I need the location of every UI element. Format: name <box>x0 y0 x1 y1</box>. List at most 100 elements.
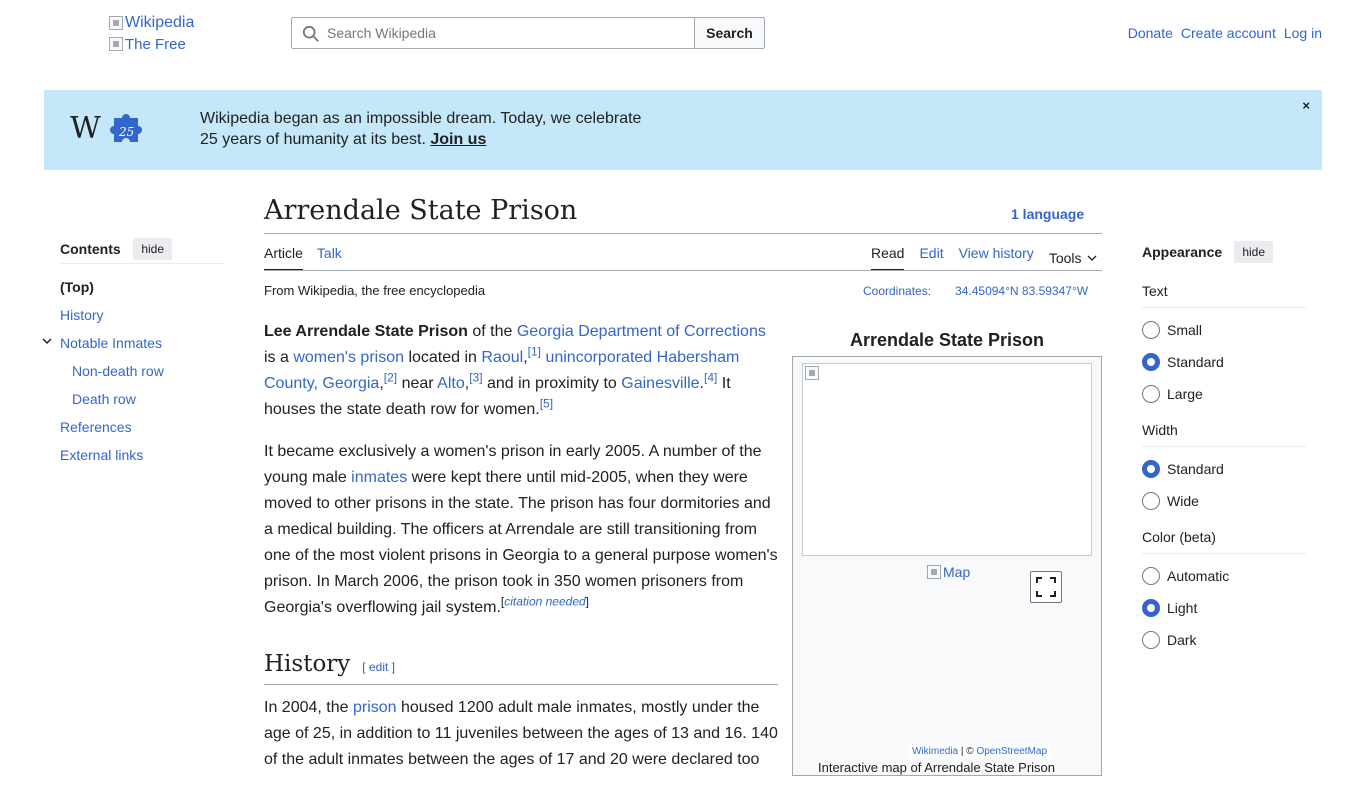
broken-image-icon <box>109 37 123 51</box>
link-georgia-doc[interactable]: Georgia Department of Corrections <box>517 323 766 340</box>
infobox-image[interactable] <box>802 363 1092 556</box>
color-dark[interactable]: Dark <box>1142 624 1306 656</box>
tab-read[interactable]: Read <box>871 245 905 271</box>
article-subject: Lee Arrendale State Prison <box>264 323 468 340</box>
title-divider <box>264 233 1102 234</box>
toc-hide-button[interactable]: hide <box>133 237 172 260</box>
color-light[interactable]: Light <box>1142 592 1306 624</box>
fullscreen-icon <box>1036 577 1056 597</box>
text-size-small[interactable]: Small <box>1142 314 1306 346</box>
radio-label: Wide <box>1167 493 1199 509</box>
color-automatic[interactable]: Automatic <box>1142 560 1306 592</box>
text-run: and in proximity to <box>482 375 622 392</box>
tools-menu[interactable]: Tools <box>1049 245 1097 271</box>
wikipedia-25-puzzle-icon: W 25 <box>70 111 142 146</box>
link-prison[interactable]: prison <box>353 699 397 716</box>
wikipedia-logo[interactable]: Wikipedia The Free <box>109 14 209 54</box>
wikimedia-link[interactable]: Wikimedia <box>912 746 958 757</box>
radio-button[interactable] <box>1142 321 1160 339</box>
banner-message: Wikipedia began as an impossible dream. … <box>200 108 641 150</box>
view-tabs: Read Edit View history Tools <box>871 245 1097 271</box>
radio-button-selected[interactable] <box>1142 353 1160 371</box>
language-label: 1 language <box>1011 206 1085 222</box>
tabs-divider <box>264 270 1102 271</box>
radio-button-selected[interactable] <box>1142 599 1160 617</box>
citation-needed[interactable]: [citation needed] <box>501 595 589 609</box>
radio-label: Standard <box>1167 354 1224 370</box>
text-run: of the <box>467 323 517 340</box>
namespace-tabs: Article Talk <box>264 245 342 271</box>
text-run: In 2004, the <box>264 699 353 716</box>
create-account-link[interactable]: Create account <box>1181 25 1276 41</box>
coordinates-label[interactable]: Coordinates: <box>863 284 931 298</box>
ref-3[interactable]: [3] <box>469 371 482 385</box>
search-input-box[interactable] <box>291 17 694 49</box>
second-paragraph: It became exclusively a women's prison i… <box>264 439 780 621</box>
ref-2[interactable]: [2] <box>384 371 397 385</box>
donate-link[interactable]: Donate <box>1128 25 1173 41</box>
tab-edit[interactable]: Edit <box>919 245 943 271</box>
search-button[interactable]: Search <box>694 17 765 49</box>
ref-5[interactable]: [5] <box>540 397 553 411</box>
tab-view-history[interactable]: View history <box>959 245 1034 271</box>
radio-button[interactable] <box>1142 385 1160 403</box>
appearance-panel: Appearance hide Text Small Standard Larg… <box>1142 240 1306 656</box>
tools-label: Tools <box>1048 250 1082 266</box>
link-inmates[interactable]: inmates <box>351 469 407 486</box>
radio-button-selected[interactable] <box>1142 460 1160 478</box>
table-of-contents: Contents hide (Top) History Notable Inma… <box>42 237 224 472</box>
intro-paragraph: Lee Arrendale State Prison of the Georgi… <box>264 323 766 418</box>
text-run: near <box>397 375 438 392</box>
radio-button[interactable] <box>1142 492 1160 510</box>
toc-item-notable-inmates[interactable]: Notable Inmates <box>60 335 162 351</box>
attribution-separator: | © <box>960 746 974 757</box>
text-size-large[interactable]: Large <box>1142 378 1306 410</box>
radio-button[interactable] <box>1142 567 1160 585</box>
ref-4[interactable]: [4] <box>704 371 717 385</box>
ref-1[interactable]: [1] <box>528 345 541 359</box>
broken-image-icon <box>927 565 941 579</box>
width-wide[interactable]: Wide <box>1142 485 1306 517</box>
link-alto[interactable]: Alto <box>437 375 465 392</box>
log-in-link[interactable]: Log in <box>1284 25 1322 41</box>
text-size-standard[interactable]: Standard <box>1142 346 1306 378</box>
language-button[interactable]: 1 language <box>1011 206 1084 222</box>
citation-needed-label: citation needed <box>504 594 586 609</box>
link-womens-prison[interactable]: women's prison <box>293 349 404 366</box>
tab-talk[interactable]: Talk <box>317 245 342 271</box>
toc-item-history[interactable]: History <box>60 307 104 323</box>
toc-item-non-death-row[interactable]: Non-death row <box>72 363 164 379</box>
link-raoul[interactable]: Raoul <box>481 349 523 366</box>
logo-alt: Wikipedia <box>125 14 195 31</box>
appearance-hide-button[interactable]: hide <box>1234 241 1273 263</box>
openstreetmap-link[interactable]: OpenStreetMap <box>976 746 1047 757</box>
toc-item-top[interactable]: (Top) <box>60 276 224 304</box>
appearance-title: Appearance <box>1142 244 1223 260</box>
toc-item-external-links[interactable]: External links <box>60 447 143 463</box>
tab-article[interactable]: Article <box>264 245 303 271</box>
fullscreen-button[interactable] <box>1030 571 1062 603</box>
text-run: is a <box>264 349 294 366</box>
coordinates: Coordinates: 34.45094°N 83.59347°W <box>863 284 1088 298</box>
banner-line-2: 25 years of humanity at its best. <box>200 131 426 148</box>
chevron-down-icon[interactable] <box>41 335 53 347</box>
coordinates-value[interactable]: 34.45094°N 83.59347°W <box>955 284 1088 298</box>
toc-item-death-row[interactable]: Death row <box>72 391 136 407</box>
close-icon[interactable]: × <box>1302 98 1310 113</box>
link-gainesville[interactable]: Gainesville <box>621 375 699 392</box>
chevron-down-icon <box>1087 255 1096 261</box>
map-image[interactable]: Map <box>927 564 970 580</box>
toc-item-references[interactable]: References <box>60 419 132 435</box>
search-input[interactable] <box>292 18 694 48</box>
width-standard[interactable]: Standard <box>1142 453 1306 485</box>
history-heading: History <box>264 651 351 677</box>
infobox-title: Arrendale State Prison <box>849 330 1045 350</box>
map-attribution: Wikimedia | © OpenStreetMap <box>908 745 1052 758</box>
banner-logo-number: 25 <box>118 125 134 139</box>
radio-button[interactable] <box>1142 631 1160 649</box>
history-edit-link[interactable]: edit <box>369 660 388 674</box>
article-body: Lee Arrendale State Prison of the Georgi… <box>264 319 780 789</box>
broken-image-icon <box>109 16 123 30</box>
text-run: located in <box>404 349 482 366</box>
join-us-link[interactable]: Join us <box>430 131 486 148</box>
